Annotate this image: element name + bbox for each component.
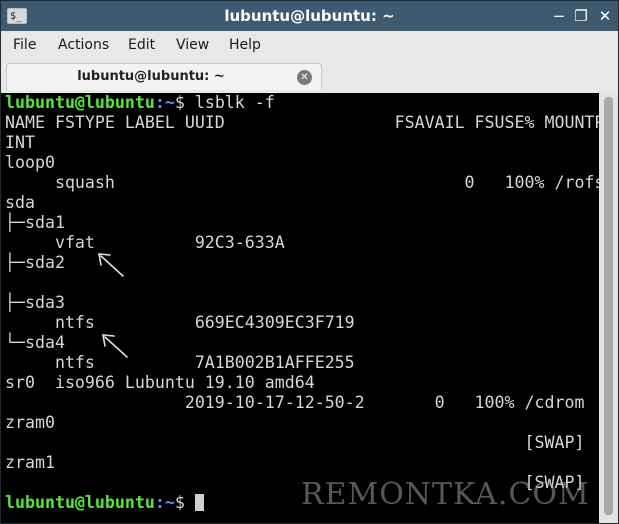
prompt-path: :~ <box>154 93 175 112</box>
output-line: sr0 iso966 Lubuntu 19.10 amd64 <box>5 373 315 392</box>
output-line: loop0 <box>5 153 55 172</box>
tab-bar: lubuntu@lubuntu: ~ ✕ <box>1 59 618 93</box>
scrollbar-thumb[interactable] <box>604 97 613 515</box>
output-line: zram0 <box>5 413 55 432</box>
tab-terminal[interactable]: lubuntu@lubuntu: ~ ✕ <box>6 63 322 90</box>
output-line: ├─sda1 <box>5 213 65 232</box>
menu-file[interactable]: File <box>13 37 36 53</box>
output-line: vfat 92C3-633A <box>5 233 285 252</box>
minimize-icon[interactable]: − <box>547 1 571 31</box>
output-line: [SWAP] <box>5 433 585 452</box>
text-cursor <box>194 494 204 511</box>
menu-actions[interactable]: Actions <box>58 37 109 53</box>
output-line: └─sda4 <box>5 333 65 352</box>
prompt-path: :~ <box>154 493 175 512</box>
output-line: ├─sda2 <box>5 253 65 272</box>
menu-bar: File Actions Edit View Help <box>1 31 618 59</box>
tab-close-icon[interactable]: ✕ <box>297 70 312 85</box>
prompt-sign: $ <box>174 93 185 112</box>
output-line: ntfs 7A1B002B1AFFE255 <box>5 353 355 372</box>
output-line: zram1 <box>5 453 55 472</box>
prompt-sign: $ <box>174 493 185 512</box>
command-text: lsblk -f <box>184 93 275 112</box>
output-line: ntfs 669EC4309EC3F719 <box>5 313 355 332</box>
close-icon[interactable]: ✕ <box>593 1 617 31</box>
vertical-scrollbar[interactable] <box>599 93 618 523</box>
prompt-user: lubuntu@lubuntu <box>5 493 155 512</box>
terminal-text: lubuntu@lubuntu:~$ lsblk -f NAME FSTYPE … <box>1 93 599 513</box>
menu-edit[interactable]: Edit <box>128 37 155 53</box>
watermark: REMONTKA.COM <box>301 477 590 512</box>
menu-help[interactable]: Help <box>229 37 261 53</box>
output-line: NAME FSTYPE LABEL UUID FSAVAIL FSUSE% MO… <box>5 113 599 132</box>
output-line: ├─sda3 <box>5 293 65 312</box>
output-line: INT <box>5 133 35 152</box>
window-title: lubuntu@lubuntu: ~ <box>224 7 395 25</box>
tab-label: lubuntu@lubuntu: ~ <box>77 69 225 84</box>
title-bar[interactable]: $_ lubuntu@lubuntu: ~ − ❐ ✕ <box>1 1 618 31</box>
terminal-window: $_ lubuntu@lubuntu: ~ − ❐ ✕ File Actions… <box>0 0 619 524</box>
output-line: squash 0 100% /rofs <box>5 173 599 192</box>
output-line: 2019-10-17-12-50-2 0 100% /cdrom <box>5 393 585 412</box>
maximize-icon[interactable]: ❐ <box>569 1 593 31</box>
menu-view[interactable]: View <box>176 37 209 53</box>
prompt-user: lubuntu@lubuntu <box>5 93 155 112</box>
output-line: sda <box>5 193 35 212</box>
terminal-output[interactable]: lubuntu@lubuntu:~$ lsblk -f NAME FSTYPE … <box>1 93 599 523</box>
